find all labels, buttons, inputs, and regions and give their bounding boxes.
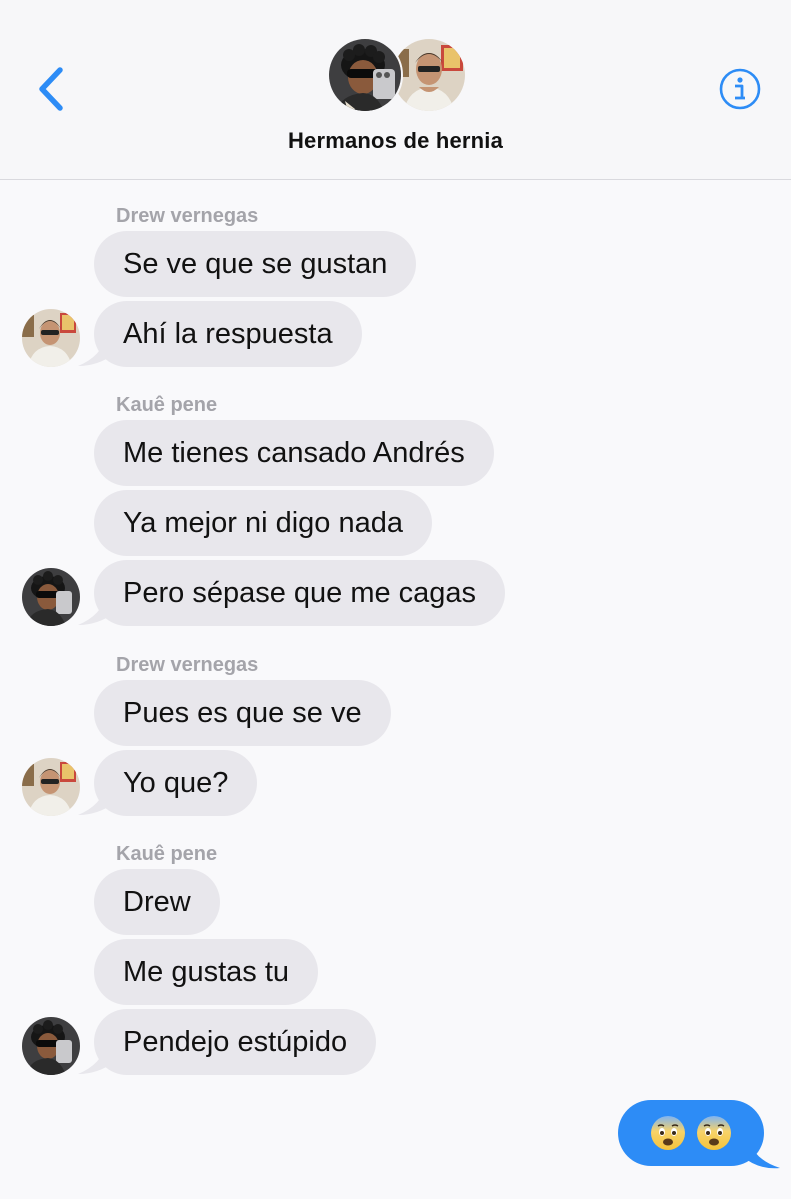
message-bubble[interactable]: Se ve que se gustan <box>94 231 417 297</box>
message-bubble[interactable]: Drew <box>94 869 220 935</box>
message-bubble[interactable]: Ya mejor ni digo nada <box>94 490 432 556</box>
avatar[interactable] <box>22 1017 80 1075</box>
sender-name: Drew vernegas <box>116 205 259 227</box>
message-bubble[interactable]: Me tienes cansado Andrés <box>94 420 494 486</box>
message-bubble[interactable]: Ahí la respuesta <box>94 301 362 367</box>
message-bubble[interactable]: Yo que? <box>94 750 258 816</box>
avatar <box>327 37 403 113</box>
message-bubble[interactable]: Me gustas tu <box>94 939 319 1005</box>
chevron-left-icon[interactable] <box>34 62 74 116</box>
group-avatars[interactable] <box>327 37 467 115</box>
message-bubble[interactable]: Pero sépase que me cagas <box>94 560 506 626</box>
bubble-tail <box>78 595 114 625</box>
fearful-face-emoji <box>651 1116 685 1150</box>
conversation-header: Hermanos de hernia <box>0 0 791 180</box>
message-bubble[interactable]: Pues es que se ve <box>94 680 391 746</box>
sender-name: Drew vernegas <box>116 654 259 676</box>
outgoing-message-bubble[interactable] <box>618 1100 764 1166</box>
avatar[interactable] <box>22 758 80 816</box>
bubble-tail <box>78 785 114 815</box>
bubble-tail <box>78 336 114 366</box>
sender-name: Kauê pene <box>116 843 218 865</box>
messages-screen: Hermanos de hernia Drew vernegas Se ve q… <box>0 0 791 1199</box>
sender-name: Kauê pene <box>116 394 218 416</box>
avatar[interactable] <box>22 568 80 626</box>
avatar[interactable] <box>22 309 80 367</box>
group-title[interactable]: Hermanos de hernia <box>0 128 791 154</box>
message-bubble[interactable]: Pendejo estúpido <box>94 1009 377 1075</box>
bubble-tail <box>78 1044 114 1074</box>
fearful-face-emoji <box>697 1116 731 1150</box>
info-circle-icon[interactable] <box>718 67 762 111</box>
